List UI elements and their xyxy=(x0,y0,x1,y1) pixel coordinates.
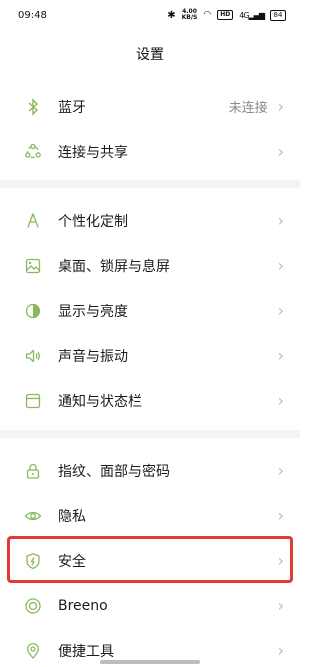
signal-icon: 4G▂▄▆ xyxy=(239,10,265,20)
chevron-right-icon: › xyxy=(277,142,284,161)
brush-icon xyxy=(24,212,42,230)
settings-item-breeno[interactable]: Breeno › xyxy=(0,583,300,628)
speaker-icon xyxy=(24,347,42,365)
status-time: 09:48 xyxy=(18,9,47,21)
settings-item-label: 桌面、锁屏与息屏 xyxy=(58,258,170,275)
speed-unit: KB/S xyxy=(181,14,198,21)
privacy-eye-icon xyxy=(24,507,42,525)
chevron-right-icon: › xyxy=(277,596,284,615)
settings-item-label: 个性化定制 xyxy=(58,213,128,230)
settings-item-label: Breeno xyxy=(58,597,108,614)
settings-item-personalization[interactable]: 个性化定制 › xyxy=(0,198,300,243)
chevron-right-icon: › xyxy=(277,211,284,230)
settings-item-label: 蓝牙 xyxy=(58,99,86,116)
settings-item-label: 便捷工具 xyxy=(58,643,114,660)
settings-item-connection-share[interactable]: 连接与共享 › xyxy=(0,129,300,174)
settings-item-label: 连接与共享 xyxy=(58,144,128,161)
settings-group-personalization: 个性化定制 › 桌面、锁屏与息屏 › 显示与亮度 › 声音与振动 › 通知与状态… xyxy=(0,198,300,423)
chevron-right-icon: › xyxy=(277,256,284,275)
settings-item-desktop-lockscreen[interactable]: 桌面、锁屏与息屏 › xyxy=(0,243,300,288)
wifi-icon: ◠ xyxy=(203,10,212,20)
chevron-right-icon: › xyxy=(277,641,284,660)
hd-badge: HD xyxy=(217,10,234,20)
network-speed: 4.00 KB/S xyxy=(182,9,198,21)
settings-item-label: 隐私 xyxy=(58,508,86,525)
settings-item-label: 显示与亮度 xyxy=(58,303,128,320)
page-title: 设置 xyxy=(136,47,164,63)
battery-indicator: 84 xyxy=(270,9,286,21)
breeno-icon xyxy=(24,597,42,615)
chevron-right-icon: › xyxy=(277,391,284,410)
lock-icon xyxy=(24,462,42,480)
chevron-right-icon: › xyxy=(277,346,284,365)
settings-group-connectivity: 蓝牙 未连接 › 连接与共享 › xyxy=(0,84,300,174)
bluetooth-status-icon: ✱ xyxy=(167,9,176,21)
chevron-right-icon: › xyxy=(277,461,284,480)
status-bar: 09:48 ✱ 4.00 KB/S ◠ HD 4G▂▄▆ 84 xyxy=(0,0,300,30)
settings-item-display-brightness[interactable]: 显示与亮度 › xyxy=(0,288,300,333)
settings-item-label: 指纹、面部与密码 xyxy=(58,463,170,480)
settings-item-bluetooth[interactable]: 蓝牙 未连接 › xyxy=(0,84,300,129)
wallpaper-icon xyxy=(24,257,42,275)
network-type: 4G xyxy=(239,10,249,20)
notification-icon xyxy=(24,392,42,410)
settings-item-label: 声音与振动 xyxy=(58,348,128,365)
chevron-right-icon: › xyxy=(277,506,284,525)
chevron-right-icon: › xyxy=(277,301,284,320)
tools-icon xyxy=(24,642,42,660)
settings-item-privacy[interactable]: 隐私 › xyxy=(0,493,300,538)
status-icons: ✱ 4.00 KB/S ◠ HD 4G▂▄▆ 84 xyxy=(167,9,286,21)
share-icon xyxy=(24,143,42,161)
settings-item-label: 通知与状态栏 xyxy=(58,393,142,410)
brightness-icon xyxy=(24,302,42,320)
settings-item-sound-vibration[interactable]: 声音与振动 › xyxy=(0,333,300,378)
group-divider xyxy=(0,430,300,438)
home-indicator[interactable] xyxy=(100,660,200,664)
chevron-right-icon: › xyxy=(277,97,284,116)
bluetooth-status-value: 未连接 xyxy=(228,101,268,116)
settings-item-notification-statusbar[interactable]: 通知与状态栏 › xyxy=(0,378,300,423)
settings-item-fingerprint-face-password[interactable]: 指纹、面部与密码 › xyxy=(0,448,300,493)
bluetooth-icon xyxy=(24,97,42,116)
security-highlight-box xyxy=(7,536,293,583)
group-divider xyxy=(0,180,300,188)
